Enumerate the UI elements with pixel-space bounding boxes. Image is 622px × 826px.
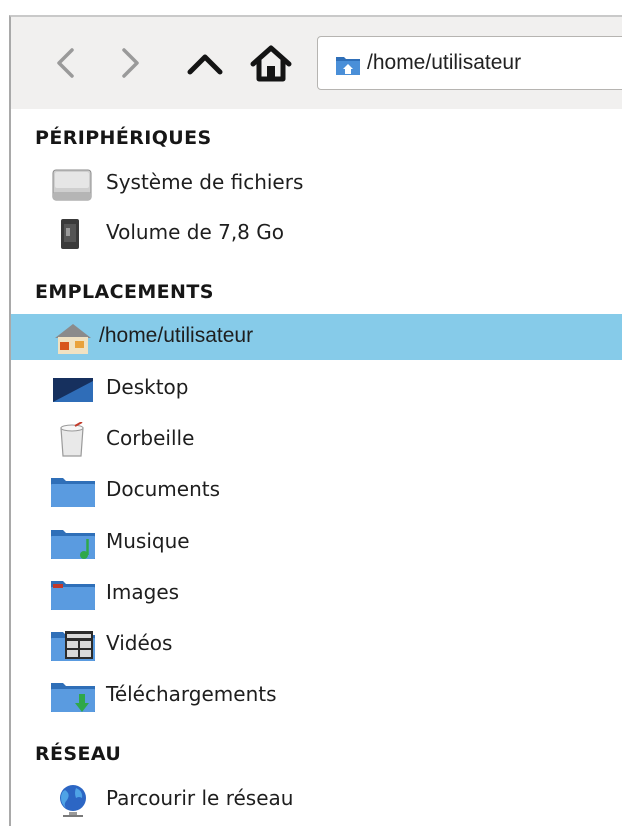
sidebar-item-label: Images [106, 580, 180, 604]
back-button[interactable] [43, 39, 91, 87]
sidebar-item-label: Corbeille [106, 426, 195, 450]
sidebar-item-label: Vidéos [106, 631, 173, 655]
sidebar-item-label: Musique [106, 529, 190, 553]
toolbar: /home/utilisateur [11, 17, 622, 109]
documents-folder-icon [51, 478, 95, 507]
music-folder-icon [51, 530, 95, 559]
chevron-left-icon [57, 48, 74, 78]
sidebar-item-filesystem[interactable]: Système de fichiers [11, 160, 622, 206]
sidebar-item-videos[interactable]: Vidéos [11, 621, 622, 667]
home-icon [250, 45, 292, 82]
forward-button[interactable] [105, 39, 153, 87]
home-folder-icon [55, 324, 91, 354]
chevron-up-icon [187, 54, 223, 75]
downloads-folder-icon [51, 683, 95, 712]
sidebar-item-desktop[interactable]: Desktop [11, 365, 622, 411]
hard-drive-icon [52, 169, 92, 201]
network-globe-icon [60, 785, 86, 817]
sidebar-item-label: Volume de 7,8 Go [106, 220, 284, 244]
sidebar-item-downloads[interactable]: Téléchargements [11, 672, 622, 718]
section-header-devices: PÉRIPHÉRIQUES [35, 127, 212, 149]
sidebar-item-label: Parcourir le réseau [106, 786, 294, 810]
pictures-folder-icon [51, 581, 95, 610]
flash-drive-icon [61, 219, 79, 249]
sidebar-item-images[interactable]: Images [11, 570, 622, 616]
sidebar-item-trash[interactable]: Corbeille [11, 416, 622, 462]
sidebar-item-music[interactable]: Musique [11, 519, 622, 565]
videos-folder-icon [51, 631, 95, 661]
section-header-places: EMPLACEMENTS [35, 281, 214, 303]
file-manager-window: /home/utilisateur PÉRIPHÉRIQUES Système … [9, 15, 622, 826]
sidebar-item-label: Desktop [106, 375, 189, 399]
home-button[interactable] [247, 39, 295, 87]
chevron-right-icon [122, 48, 139, 78]
folder-home-icon [336, 57, 360, 75]
sidebar-item-label: Système de fichiers [106, 170, 304, 194]
sidebar-item-label: Documents [106, 477, 221, 501]
location-path-bar[interactable]: /home/utilisateur [317, 36, 622, 90]
sidebar-item-label: /home/utilisateur [99, 324, 254, 347]
sidebar-item-documents[interactable]: Documents [11, 467, 622, 513]
sidebar-item-home[interactable]: /home/utilisateur [11, 314, 622, 360]
desktop-icon [53, 378, 93, 402]
current-path: /home/utilisateur [367, 51, 522, 74]
sidebar-item-label: Téléchargements [106, 682, 277, 706]
up-button[interactable] [181, 39, 229, 87]
section-header-network: RÉSEAU [35, 743, 122, 765]
sidebar-item-network[interactable]: Parcourir le réseau [11, 776, 622, 822]
trash-icon [60, 422, 84, 457]
sidebar-item-volume[interactable]: Volume de 7,8 Go [11, 210, 622, 256]
